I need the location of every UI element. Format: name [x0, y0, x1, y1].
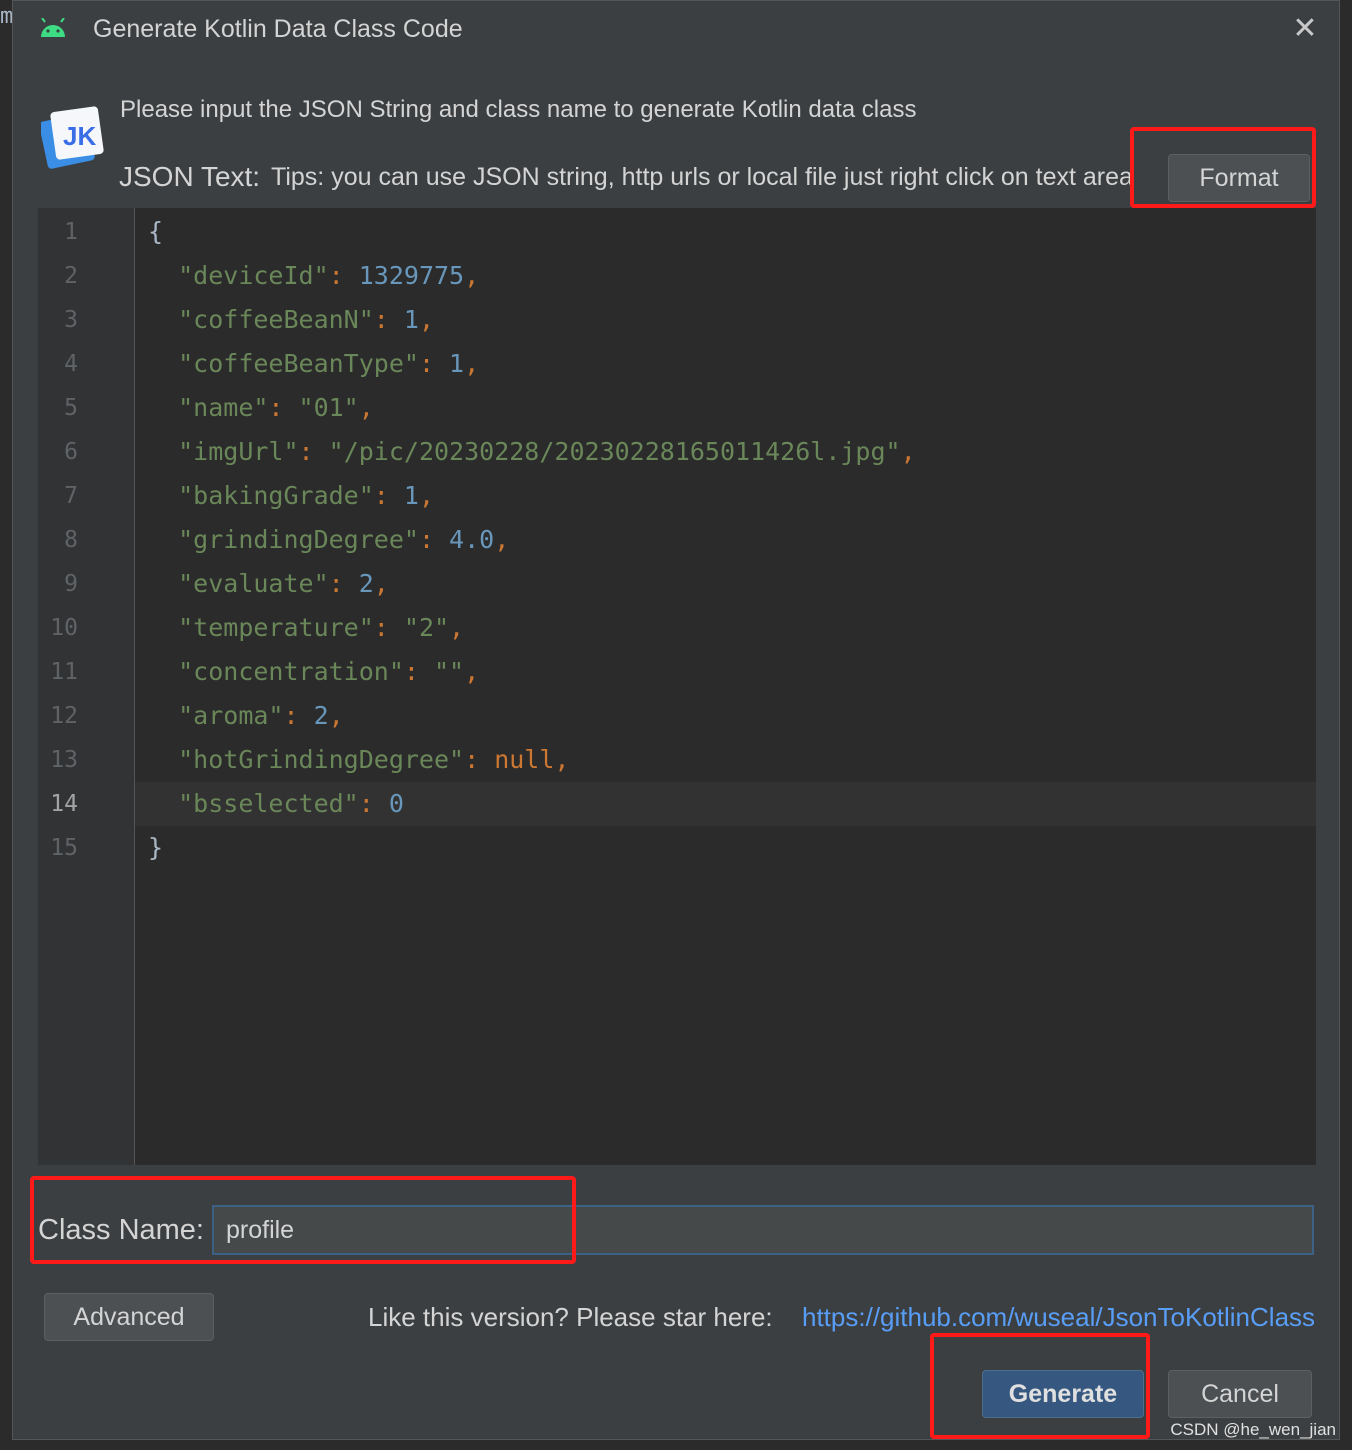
json-tips-text: Tips: you can use JSON string, http urls…	[271, 163, 1133, 191]
line-number: 15	[50, 835, 78, 861]
json-key: "name"	[178, 393, 269, 422]
dialog-title: Generate Kotlin Data Class Code	[93, 15, 463, 43]
close-icon: ✕	[1292, 12, 1318, 45]
json-value: ""	[434, 657, 465, 686]
line-number: 3	[64, 307, 78, 333]
star-prompt-text: Like this version? Please star here:	[368, 1302, 773, 1332]
json-key: "temperature"	[178, 613, 374, 642]
json-value: 1	[403, 305, 419, 334]
line-number: 6	[64, 439, 78, 465]
line-number: 5	[64, 395, 78, 421]
json-value: "/pic/20230228/20230228165011426l.jpg"	[328, 437, 901, 466]
code-text: "hotGrindingDegree": null,	[178, 745, 570, 774]
json-key: "bsselected"	[178, 789, 359, 818]
json-key: "evaluate"	[178, 569, 329, 598]
json-to-kotlin-logo: JK	[41, 106, 104, 169]
line-number: 1	[64, 219, 78, 245]
class-name-input[interactable]: profile	[212, 1205, 1314, 1255]
json-key: "deviceId"	[178, 261, 329, 290]
line-number: 7	[64, 483, 78, 509]
json-value: "01"	[298, 393, 359, 422]
json-key: "coffeeBeanN"	[178, 305, 374, 334]
json-key: "hotGrindingDegree"	[178, 745, 465, 774]
code-text: "evaluate": 2,	[178, 569, 389, 598]
class-name-label: Class Name:	[38, 1214, 204, 1246]
json-value: 1329775	[358, 261, 465, 290]
json-value: 2	[358, 569, 374, 598]
code-text: "name": "01",	[178, 393, 374, 422]
generate-kotlin-dialog: Generate Kotlin Data Class Code ✕ JK Ple…	[12, 0, 1340, 1440]
code-text: "aroma": 2,	[178, 701, 344, 730]
intro-text: Please input the JSON String and class n…	[120, 96, 917, 123]
generate-button[interactable]: Generate	[982, 1370, 1144, 1418]
logo-text: JK	[63, 121, 96, 151]
code-text: "concentration": "",	[178, 657, 480, 686]
code-text: "deviceId": 1329775,	[178, 261, 480, 290]
line-number: 2	[64, 263, 78, 289]
code-text: "imgUrl": "/pic/20230228/202302281650114…	[178, 437, 916, 466]
json-value: 0	[388, 789, 404, 818]
ide-background-right	[1338, 0, 1352, 1450]
code-text: }	[148, 833, 164, 862]
line-number: 13	[50, 747, 78, 773]
code-text: "coffeeBeanN": 1,	[178, 305, 435, 334]
line-number: 11	[50, 659, 78, 685]
code-text: "grindingDegree": 4.0,	[178, 525, 510, 554]
format-button[interactable]: Format	[1168, 154, 1310, 202]
json-value: 1	[403, 481, 419, 510]
json-value: 2	[313, 701, 329, 730]
line-number: 10	[50, 615, 78, 641]
json-value: 1	[449, 349, 465, 378]
line-number: 9	[64, 571, 78, 597]
json-key: "concentration"	[178, 657, 404, 686]
json-key: "grindingDegree"	[178, 525, 419, 554]
json-value: "2"	[403, 613, 450, 642]
close-button[interactable]: ✕	[1289, 13, 1321, 45]
json-key: "bakingGrade"	[178, 481, 374, 510]
json-value: 4.0	[449, 525, 495, 554]
line-number: 14	[50, 791, 78, 817]
line-number: 4	[64, 351, 78, 377]
advanced-button[interactable]: Advanced	[44, 1293, 214, 1341]
json-editor[interactable]: 1 {2 "deviceId": 1329775, 3 "coffeeBeanN":…	[38, 208, 1316, 1165]
json-key: "coffeeBeanType"	[178, 349, 419, 378]
json-key: "aroma"	[178, 701, 284, 730]
code-text: "bsselected": 0	[178, 789, 404, 818]
cancel-button[interactable]: Cancel	[1168, 1370, 1312, 1418]
code-text: "bakingGrade": 1,	[178, 481, 435, 510]
watermark: CSDN @he_wen_jian	[1170, 1420, 1336, 1439]
code-text: "coffeeBeanType": 1,	[178, 349, 480, 378]
android-icon	[41, 18, 65, 37]
line-number: 8	[64, 527, 78, 553]
code-text: "temperature": "2",	[178, 613, 465, 642]
github-link[interactable]: https://github.com/wuseal/JsonToKotlinCl…	[802, 1302, 1315, 1333]
json-key: "imgUrl"	[178, 437, 299, 466]
dialog-titlebar: Generate Kotlin Data Class Code ✕	[13, 1, 1339, 59]
json-value: null	[494, 745, 555, 774]
line-number: 12	[50, 703, 78, 729]
code-text: {	[148, 217, 164, 246]
json-text-label: JSON Text:	[119, 161, 261, 192]
